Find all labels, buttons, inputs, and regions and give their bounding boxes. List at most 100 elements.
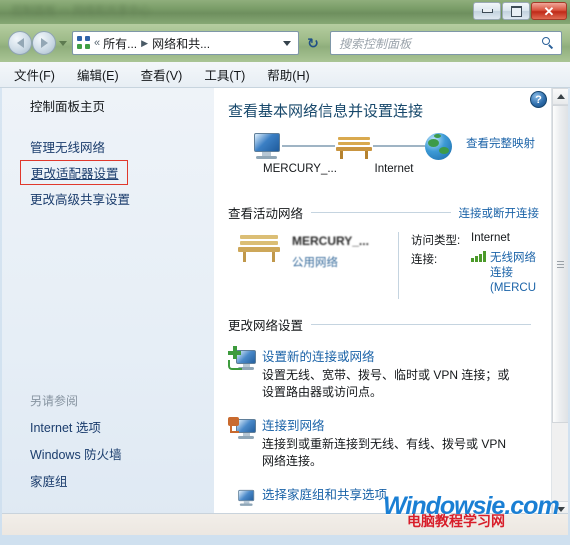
search-placeholder: 搜索控制面板 xyxy=(339,36,412,51)
breadcrumb-overflow[interactable]: « xyxy=(94,37,100,49)
minimize-button[interactable] xyxy=(473,2,501,20)
computer-monitor-icon[interactable] xyxy=(252,133,282,159)
map-wire xyxy=(282,145,335,147)
access-type-label: 访问类型: xyxy=(411,235,461,247)
network-map: MERCURY_... Internet 查看完整映射 xyxy=(228,123,539,195)
breadcrumb-item-root[interactable]: 所有... xyxy=(103,35,137,52)
sidebar-top-links: 控制面板主页 管理无线网络 更改适配器设置 更改高级共享设置 xyxy=(2,92,214,212)
control-panel-icon xyxy=(77,36,91,50)
setting-title[interactable]: 设置新的连接或网络 xyxy=(262,346,539,365)
menu-bar: 文件(F) 编辑(E) 查看(V) 工具(T) 帮助(H) xyxy=(0,62,570,88)
chevron-right-icon[interactable]: ▶ xyxy=(141,38,148,49)
refresh-button[interactable]: ↻ xyxy=(302,32,324,54)
active-networks-header: 查看活动网络 连接或断开连接 xyxy=(228,203,539,222)
globe-icon[interactable] xyxy=(425,132,452,160)
scrollbar-thumb[interactable] xyxy=(552,105,568,423)
setting-item-homegroup-sharing[interactable]: 选择家庭组和共享选项 xyxy=(228,484,539,512)
search-icon xyxy=(542,37,554,49)
breadcrumb[interactable]: « 所有... ▶ 网络和共... xyxy=(72,31,299,55)
sidebar-item-change-adapter-settings[interactable]: 更改适配器设置 xyxy=(31,163,119,182)
active-network-row: MERCURY_... 公用网络 访问类型: Internet 连接: 无线网络… xyxy=(228,232,539,299)
search-input[interactable]: 搜索控制面板 xyxy=(330,31,562,55)
connection-value-line-1[interactable]: 无线网络 xyxy=(490,251,536,266)
active-network-details: 访问类型: Internet 连接: 无线网络 连接 (MERCU xyxy=(398,232,539,299)
active-network-name: MERCURY_... xyxy=(292,234,369,248)
setting-description-line-1: 设置无线、宽带、拨号、临时或 VPN 连接；或 xyxy=(262,368,510,382)
connect-to-network-icon xyxy=(228,415,262,443)
title-bar: 控制面板 — 网络和共享中心 ✕ xyxy=(0,0,570,24)
close-button[interactable]: ✕ xyxy=(531,2,567,20)
page-title: 查看基本网络信息并设置连接 xyxy=(228,103,424,120)
access-type-row: 访问类型: Internet xyxy=(411,232,539,248)
maximize-icon xyxy=(510,5,522,17)
active-network-type[interactable]: 公用网络 xyxy=(292,254,369,270)
active-network-identity: MERCURY_... 公用网络 xyxy=(228,232,398,299)
divider xyxy=(311,324,531,325)
setting-item-new-connection[interactable]: 设置新的连接或网络 设置无线、宽带、拨号、临时或 VPN 连接；或 设置路由器或… xyxy=(228,346,539,401)
connection-label: 连接: xyxy=(411,254,438,266)
main-pane-inner: 查看基本网络信息并设置连接 MERCURY_... Internet 查看完整映… xyxy=(214,88,551,518)
forward-button[interactable] xyxy=(32,31,56,55)
window-title: 控制面板 — 网络和共享中心 xyxy=(12,5,151,17)
map-label-internet: Internet xyxy=(374,163,414,175)
connection-value-line-3[interactable]: (MERCU xyxy=(490,281,536,296)
setting-title[interactable]: 连接到网络 xyxy=(262,415,539,434)
menu-item-view[interactable]: 查看(V) xyxy=(141,65,183,84)
main-pane: ? 查看基本网络信息并设置连接 MERCURY_... Internet 查看完… xyxy=(214,88,568,518)
sidebar: 控制面板主页 管理无线网络 更改适配器设置 更改高级共享设置 另请参阅 Inte… xyxy=(2,88,214,518)
setting-item-connect-to-network[interactable]: 连接到网络 连接到或重新连接到无线、有线、拨号或 VPN 网络连接。 xyxy=(228,415,539,470)
chevron-left-icon xyxy=(16,38,24,48)
connection-value-line-2[interactable]: 连接 xyxy=(490,266,536,281)
setting-description-line-2: 设置路由器或访问点。 xyxy=(262,385,383,399)
chevron-right-icon xyxy=(40,38,48,48)
setting-description-line-1: 连接到或重新连接到无线、有线、拨号或 VPN xyxy=(262,437,507,451)
see-also-header: 另请参阅 xyxy=(30,394,79,408)
network-map-labels: MERCURY_... Internet xyxy=(248,163,468,175)
sidebar-item-manage-wireless-networks[interactable]: 管理无线网络 xyxy=(2,133,214,160)
view-full-map-link[interactable]: 查看完整映射 xyxy=(466,135,535,151)
new-connection-icon xyxy=(228,346,262,374)
history-dropdown-icon[interactable] xyxy=(59,41,67,46)
public-network-bench-icon[interactable] xyxy=(335,133,373,159)
address-bar: « 所有... ▶ 网络和共... ↻ 搜索控制面板 xyxy=(0,24,570,62)
vertical-scrollbar[interactable] xyxy=(551,88,568,518)
network-sharing-center-window: 控制面板 — 网络和共享中心 ✕ « 所有... ▶ 网络和共... ↻ 搜索控… xyxy=(0,0,570,545)
sidebar-item-internet-options[interactable]: Internet 选项 xyxy=(2,413,214,440)
breadcrumb-item-current[interactable]: 网络和共... xyxy=(152,35,210,52)
sidebar-item-homegroup[interactable]: 家庭组 xyxy=(2,467,214,494)
close-icon: ✕ xyxy=(543,3,555,19)
change-settings-title: 更改网络设置 xyxy=(228,319,304,333)
access-type-value: Internet xyxy=(471,232,510,244)
scroll-up-button[interactable] xyxy=(552,88,568,105)
setting-title[interactable]: 选择家庭组和共享选项 xyxy=(262,484,539,503)
chevron-up-icon xyxy=(556,94,565,99)
menu-item-file[interactable]: 文件(F) xyxy=(14,65,55,84)
chevron-down-icon xyxy=(556,507,565,512)
chevron-down-icon[interactable] xyxy=(283,40,291,46)
content-area: 控制面板主页 管理无线网络 更改适配器设置 更改高级共享设置 另请参阅 Inte… xyxy=(2,88,568,518)
map-wire xyxy=(372,145,425,147)
connection-value[interactable]: 无线网络 连接 (MERCU xyxy=(490,251,536,296)
back-button[interactable] xyxy=(8,31,32,55)
minimize-icon xyxy=(481,9,493,13)
menu-item-edit[interactable]: 编辑(E) xyxy=(77,65,119,84)
maximize-button[interactable] xyxy=(502,2,530,20)
sidebar-item-control-panel-home[interactable]: 控制面板主页 xyxy=(2,92,214,119)
setting-description-line-2: 网络连接。 xyxy=(262,454,323,468)
sidebar-see-also: 另请参阅 Internet 选项 Windows 防火墙 家庭组 xyxy=(2,388,214,494)
grip-icon xyxy=(557,260,564,268)
divider xyxy=(311,212,451,213)
change-settings-header: 更改网络设置 xyxy=(228,315,539,334)
menu-item-help[interactable]: 帮助(H) xyxy=(267,65,309,84)
sidebar-item-change-advanced-sharing-settings[interactable]: 更改高级共享设置 xyxy=(2,185,214,212)
connection-row: 连接: 无线网络 连接 (MERCU xyxy=(411,251,539,296)
sidebar-item-windows-firewall[interactable]: Windows 防火墙 xyxy=(2,440,214,467)
connect-or-disconnect-link[interactable]: 连接或断开连接 xyxy=(459,205,540,221)
wireless-signal-icon xyxy=(471,251,486,262)
public-network-bench-icon xyxy=(236,232,282,264)
menu-item-tools[interactable]: 工具(T) xyxy=(204,65,245,84)
window-controls: ✕ xyxy=(473,2,567,20)
status-bar xyxy=(2,513,568,535)
network-map-diagram xyxy=(252,129,452,163)
active-networks-title: 查看活动网络 xyxy=(228,207,304,221)
